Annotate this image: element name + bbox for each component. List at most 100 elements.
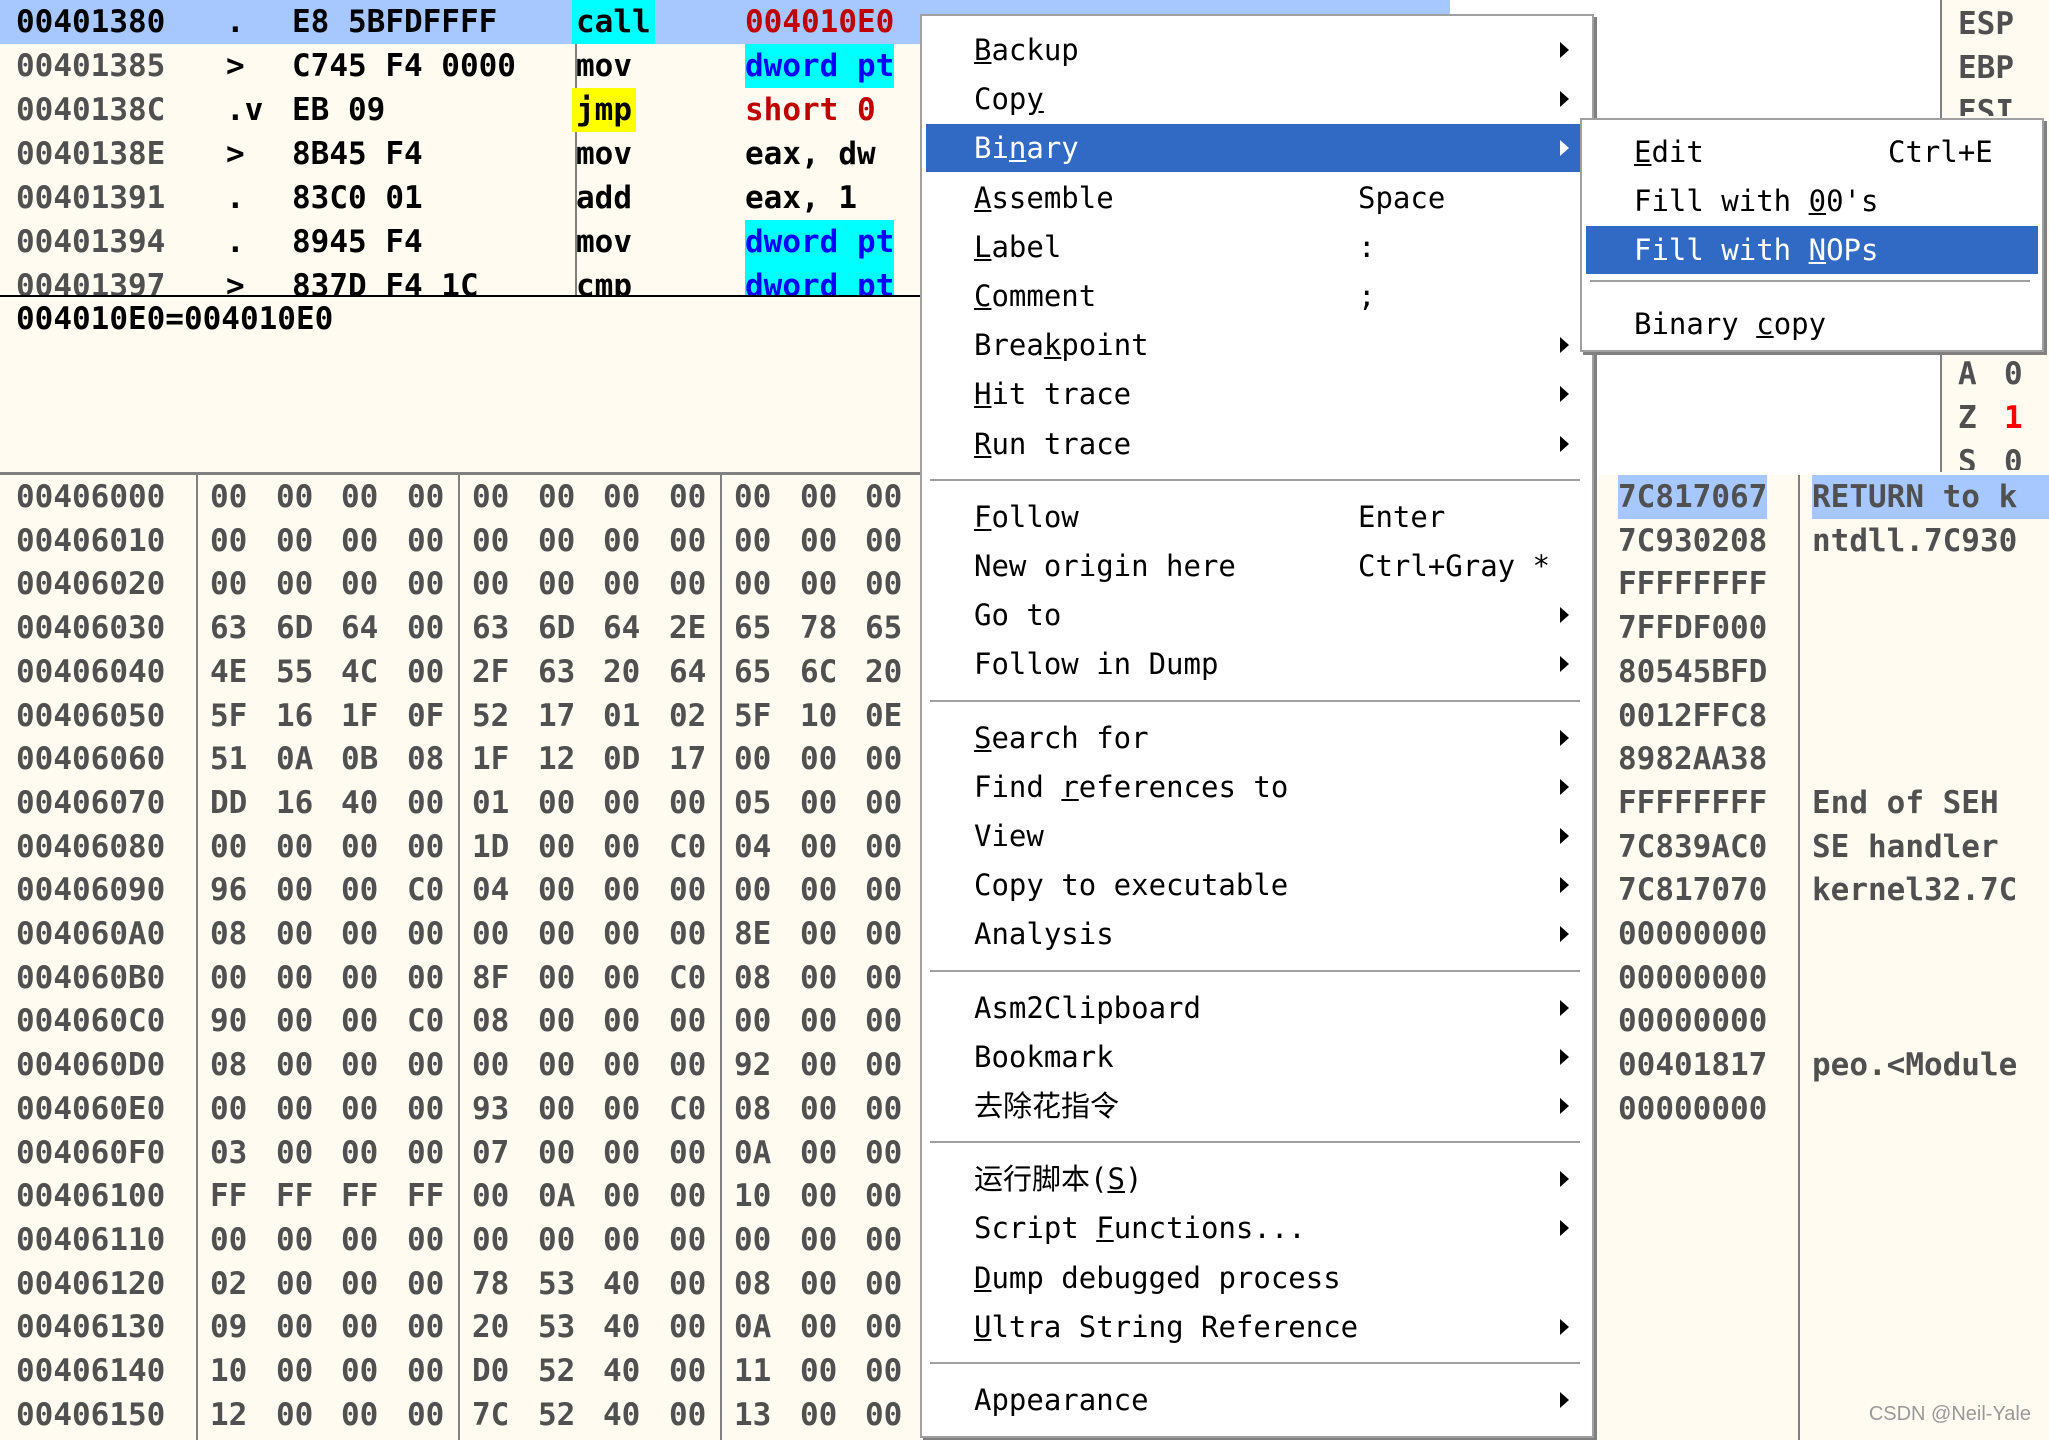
menu-item-backup[interactable]: Backup	[926, 26, 1586, 74]
dump-byte[interactable]: 00	[538, 1087, 575, 1131]
dump-byte[interactable]: 08	[407, 737, 444, 781]
dump-byte[interactable]: 55	[276, 650, 313, 694]
dump-row[interactable]: 00406140 10 00 00 00 D0 52 40 00 11 00 00	[0, 1349, 920, 1393]
dump-byte[interactable]: 1F	[472, 737, 509, 781]
dump-byte[interactable]: 64	[341, 606, 378, 650]
dump-byte[interactable]: 00	[603, 562, 640, 606]
dump-byte[interactable]: 16	[276, 781, 313, 825]
dump-byte[interactable]: 0D	[603, 737, 640, 781]
dump-byte[interactable]: 00	[734, 868, 771, 912]
dump-byte[interactable]: FF	[210, 1174, 247, 1218]
dump-byte[interactable]: 96	[210, 868, 247, 912]
dump-byte[interactable]: 00	[276, 519, 313, 563]
dump-byte[interactable]: 0A	[734, 1131, 771, 1175]
dump-byte[interactable]: 00	[538, 1218, 575, 1262]
dump-byte[interactable]: 00	[276, 1262, 313, 1306]
menu-item-search-for[interactable]: Search for	[926, 714, 1586, 762]
dump-byte[interactable]: 00	[407, 650, 444, 694]
context-menu[interactable]: Backup Copy Binary Assemble Space Label: Comme…	[920, 14, 1594, 1438]
dump-byte[interactable]: 63	[472, 606, 509, 650]
dump-byte[interactable]: 00	[669, 912, 706, 956]
dump-byte[interactable]: 00	[472, 1218, 509, 1262]
dump-byte[interactable]: 6D	[276, 606, 313, 650]
dump-byte[interactable]: 00	[800, 1043, 837, 1087]
dump-byte[interactable]: 78	[472, 1262, 509, 1306]
dump-byte[interactable]: 00	[865, 781, 902, 825]
dump-byte[interactable]: 03	[210, 1131, 247, 1175]
dump-row[interactable]: 00406040 4E 55 4C 00 2F 63 20 64 65 6C 20	[0, 650, 920, 694]
stack-row[interactable]: 00000000	[1590, 956, 2049, 1000]
dump-byte[interactable]: 00	[407, 1305, 444, 1349]
dump-byte[interactable]: 00	[276, 1087, 313, 1131]
dump-byte[interactable]: 40	[603, 1393, 640, 1437]
dump-row[interactable]: 00406030 63 6D 64 00 63 6D 64 2E 65 78 65	[0, 606, 920, 650]
dump-byte[interactable]: 10	[210, 1349, 247, 1393]
dump-byte[interactable]: 00	[276, 825, 313, 869]
dump-byte[interactable]: 00	[210, 562, 247, 606]
menu-item-follow[interactable]: Follow Enter	[926, 493, 1586, 541]
dump-row[interactable]: 004060D0 08 00 00 00 00 00 00 00 92 00 00	[0, 1043, 920, 1087]
dump-byte[interactable]: 00	[341, 868, 378, 912]
dump-byte[interactable]: 00	[210, 519, 247, 563]
dump-byte[interactable]: 52	[472, 694, 509, 738]
dump-byte[interactable]: 51	[210, 737, 247, 781]
menu-item-view[interactable]: View	[926, 812, 1586, 860]
register-esi[interactable]: ESI	[1958, 90, 2014, 116]
submenu-item-fill-with-00-s[interactable]: Fill with 00's	[1586, 177, 2038, 225]
dump-byte[interactable]: 40	[603, 1349, 640, 1393]
dump-byte[interactable]: 00	[800, 1305, 837, 1349]
dump-byte[interactable]: 65	[734, 650, 771, 694]
dump-byte[interactable]: 00	[276, 999, 313, 1043]
menu-item-dump-debugged-process[interactable]: Dump debugged process	[926, 1254, 1586, 1302]
dump-byte[interactable]: 00	[538, 519, 575, 563]
dump-byte[interactable]: 00	[407, 562, 444, 606]
dump-byte[interactable]: 00	[603, 1218, 640, 1262]
dump-byte[interactable]: 00	[538, 956, 575, 1000]
dump-byte[interactable]: 90	[210, 999, 247, 1043]
dump-byte[interactable]: 78	[800, 606, 837, 650]
dump-byte[interactable]: 12	[538, 737, 575, 781]
menu-item-breakpoint[interactable]: Breakpoint	[926, 321, 1586, 369]
dump-byte[interactable]: FF	[341, 1174, 378, 1218]
dump-byte[interactable]: 00	[603, 825, 640, 869]
menu-item-comment[interactable]: Comment;	[926, 272, 1586, 320]
dump-byte[interactable]: 00	[276, 562, 313, 606]
dump-byte[interactable]: 05	[734, 781, 771, 825]
dump-byte[interactable]: 00	[669, 519, 706, 563]
dump-byte[interactable]: 00	[276, 1349, 313, 1393]
dump-byte[interactable]: 00	[669, 1393, 706, 1437]
menu-item-item-20[interactable]: 去除花指令	[926, 1082, 1586, 1130]
stack-row[interactable]: 80545BFD	[1590, 650, 2049, 694]
dump-byte[interactable]: 10	[734, 1174, 771, 1218]
dump-byte[interactable]: 00	[669, 1349, 706, 1393]
dump-byte[interactable]: 00	[603, 1043, 640, 1087]
dump-byte[interactable]: 00	[472, 519, 509, 563]
dump-byte[interactable]: 00	[276, 1305, 313, 1349]
dump-byte[interactable]: FF	[276, 1174, 313, 1218]
dump-row[interactable]: 00406130 09 00 00 00 20 53 40 00 0A 00 00	[0, 1305, 920, 1349]
dump-byte[interactable]: 00	[800, 781, 837, 825]
dump-byte[interactable]: 00	[734, 519, 771, 563]
dump-byte[interactable]: C0	[407, 999, 444, 1043]
stack-row[interactable]: 7FFDF000	[1590, 606, 2049, 650]
dump-byte[interactable]: 93	[472, 1087, 509, 1131]
dump-byte[interactable]: 00	[865, 956, 902, 1000]
dump-byte[interactable]: 00	[472, 1174, 509, 1218]
dump-byte[interactable]: 00	[865, 1262, 902, 1306]
dump-byte[interactable]: 00	[865, 1131, 902, 1175]
stack-row[interactable]: 7C930208 ntdll.7C930	[1590, 519, 2049, 563]
dump-byte[interactable]: 00	[538, 999, 575, 1043]
dump-byte[interactable]: 00	[669, 1131, 706, 1175]
dump-byte[interactable]: 00	[734, 999, 771, 1043]
dump-byte[interactable]: 00	[669, 999, 706, 1043]
dump-byte[interactable]: 00	[603, 999, 640, 1043]
menu-item-bookmark[interactable]: Bookmark	[926, 1033, 1586, 1081]
stack-row[interactable]: FFFFFFFF	[1590, 562, 2049, 606]
dump-byte[interactable]: 00	[734, 475, 771, 519]
menu-item-new-origin-here[interactable]: New origin here Ctrl+Gray *	[926, 542, 1586, 590]
dump-byte[interactable]: 00	[865, 1174, 902, 1218]
dump-byte[interactable]: 65	[734, 606, 771, 650]
dump-byte[interactable]: 1F	[341, 694, 378, 738]
dump-byte[interactable]: 64	[603, 606, 640, 650]
dump-byte[interactable]: 00	[407, 912, 444, 956]
